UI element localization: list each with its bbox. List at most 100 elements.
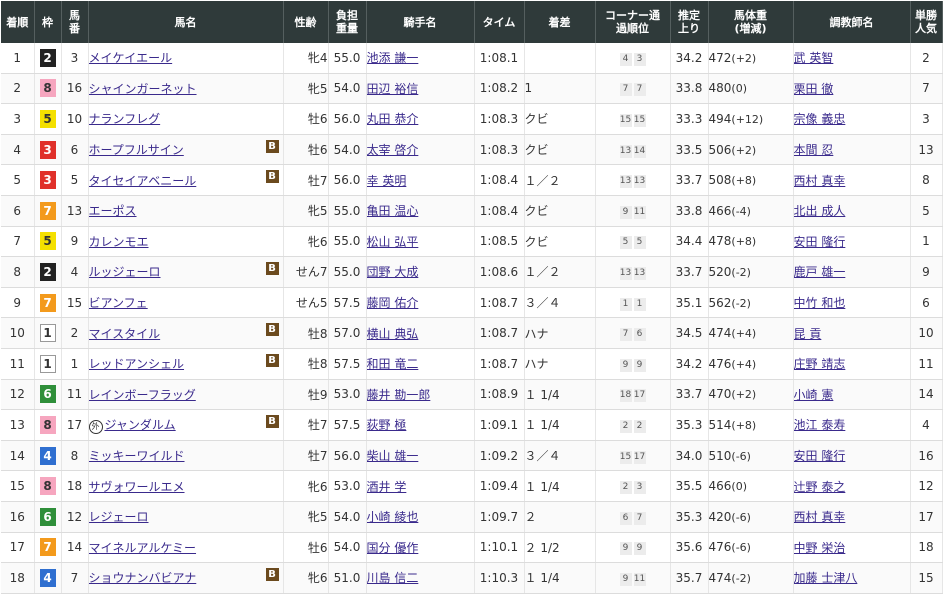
jockey-link[interactable]: 荻野 極: [367, 418, 407, 432]
trainer-link[interactable]: 本間 忍: [794, 143, 834, 157]
jockey-link[interactable]: 亀田 温心: [367, 204, 419, 218]
col-waku[interactable]: 枠: [34, 1, 62, 43]
trainer-link[interactable]: 辻野 泰之: [794, 480, 846, 494]
popularity-cell: 2: [910, 43, 943, 74]
rank-cell: 14: [1, 440, 35, 472]
corner-cell: 9 11: [595, 195, 671, 227]
trainer-link[interactable]: 中野 栄治: [794, 541, 846, 555]
bodyweight-value: 478: [708, 234, 732, 249]
col-time[interactable]: タイム: [474, 1, 525, 43]
margin-cell: クビ: [524, 103, 596, 135]
jockey-link[interactable]: 幸 英明: [367, 174, 407, 188]
weight-cell: 56.0: [328, 103, 367, 135]
bodyweight-value: 510: [708, 448, 732, 463]
horse-name-link[interactable]: ショウナンバビアナ: [89, 571, 197, 585]
jockey-link[interactable]: 藤岡 佑介: [367, 296, 419, 310]
last3f-cell: 35.3: [670, 501, 709, 533]
table-row: 15 8 18 サヴォワールエメ 牝6 53.0 酒井 学 1:09.4 １ 1/4 2 3 35.5…: [1, 470, 943, 502]
jockey-cell: 柴山 雄一: [366, 440, 475, 472]
bodyweight-value: 470: [708, 387, 732, 402]
trainer-link[interactable]: 小崎 憲: [794, 388, 834, 402]
horse-name-link[interactable]: ビアンフェ: [89, 296, 148, 310]
jockey-link[interactable]: 池添 謙一: [367, 51, 419, 65]
horse-name-link[interactable]: ルッジェーロ: [89, 265, 161, 279]
time-cell: 1:08.2: [474, 73, 525, 105]
trainer-link[interactable]: 池江 泰寿: [794, 418, 846, 432]
jockey-link[interactable]: 太宰 啓介: [367, 143, 419, 157]
horse-name-link[interactable]: ホープフルサイン: [89, 143, 184, 157]
horse-name-link[interactable]: エーポス: [89, 204, 137, 218]
trainer-link[interactable]: 庄野 靖志: [794, 357, 846, 371]
horse-name-link[interactable]: シャインガーネット: [89, 82, 197, 96]
col-corner[interactable]: コーナー通過順位: [595, 1, 671, 43]
waku-cell: 6: [34, 379, 62, 411]
col-jockey[interactable]: 騎手名: [366, 1, 475, 43]
corner-cell: 76: [595, 317, 671, 349]
trainer-link[interactable]: 栗田 徹: [794, 82, 834, 96]
waku-cell: 7: [34, 195, 62, 227]
trainer-link[interactable]: 鹿戸 雄一: [794, 265, 846, 279]
col-horse-name[interactable]: 馬名: [88, 1, 284, 43]
horse-name-link[interactable]: マイスタイル: [89, 327, 161, 341]
trainer-link[interactable]: 北出 成人: [794, 204, 846, 218]
col-weight[interactable]: 負担重量: [328, 1, 367, 43]
weight-cell: 55.0: [328, 195, 367, 227]
trainer-link[interactable]: 西村 真幸: [794, 510, 846, 524]
trainer-link[interactable]: 武 英智: [794, 51, 834, 65]
trainer-link[interactable]: 西村 真幸: [794, 174, 846, 188]
jockey-link[interactable]: 国分 優作: [367, 541, 419, 555]
popularity-cell: 11: [910, 348, 943, 380]
trainer-link[interactable]: 宗像 義忠: [794, 112, 846, 126]
umaban-cell: 2: [61, 317, 89, 349]
trainer-link[interactable]: 昆 貢: [794, 327, 822, 341]
horse-name-link[interactable]: マイネルアルケミー: [89, 541, 197, 555]
umaban-cell: 10: [61, 103, 89, 135]
col-bodyweight[interactable]: 馬体重(増減): [708, 1, 794, 43]
jockey-link[interactable]: 和田 竜二: [367, 357, 419, 371]
table-row: 5 3 5 タイセイアベニール B 牡7 56.0 幸 英明 1:08.4 １／２ 13 13 33.7…: [1, 164, 943, 196]
jockey-link[interactable]: 丸田 恭介: [367, 112, 419, 126]
horse-name-link[interactable]: レッドアンシェル: [89, 357, 185, 371]
waku-badge: 2: [39, 48, 56, 67]
jockey-link[interactable]: 藤井 勘一郎: [367, 388, 431, 402]
horse-name-link[interactable]: ジャンダルム: [105, 418, 176, 432]
horse-name-cell: エーポス: [88, 195, 284, 227]
sex-age-cell: せん7: [283, 256, 329, 288]
jockey-link[interactable]: 柴山 雄一: [367, 449, 419, 463]
jockey-link[interactable]: 団野 大成: [367, 265, 419, 279]
margin-cell: １ 1/4: [524, 379, 596, 411]
jockey-link[interactable]: 小崎 綾也: [367, 510, 419, 524]
horse-name-link[interactable]: タイセイアベニール: [89, 174, 197, 188]
jockey-link[interactable]: 横山 典弘: [367, 327, 419, 341]
horse-name-link[interactable]: レインボーフラッグ: [89, 388, 196, 402]
horse-name-link[interactable]: サヴォワールエメ: [89, 480, 185, 494]
col-umaban[interactable]: 馬番: [61, 1, 89, 43]
trainer-link[interactable]: 中竹 和也: [794, 296, 846, 310]
horse-name-link[interactable]: ナランフレグ: [89, 112, 161, 126]
col-trainer[interactable]: 調教師名: [793, 1, 911, 43]
jockey-link[interactable]: 田辺 裕信: [367, 82, 419, 96]
trainer-link[interactable]: 加藤 士津八: [794, 571, 858, 585]
margin-cell: クビ: [524, 226, 596, 258]
jockey-cell: 団野 大成: [366, 256, 475, 288]
bodyweight-diff: (+8): [731, 418, 757, 432]
jockey-link[interactable]: 松山 弘平: [367, 235, 419, 249]
corner-position-1: 7: [619, 83, 632, 97]
horse-name-link[interactable]: カレンモエ: [89, 235, 149, 249]
col-margin[interactable]: 着差: [524, 1, 596, 43]
blinker-icon: B: [265, 170, 279, 184]
margin-cell: １ 1/4: [524, 562, 596, 594]
jockey-link[interactable]: 川島 信二: [367, 571, 419, 585]
col-sex-age[interactable]: 性齢: [283, 1, 329, 43]
col-last3f[interactable]: 推定上り: [670, 1, 709, 43]
trainer-link[interactable]: 安田 隆行: [794, 235, 846, 249]
col-popularity[interactable]: 単勝人気: [910, 1, 943, 43]
time-cell: 1:09.1: [474, 409, 525, 441]
horse-name-link[interactable]: ミッキーワイルド: [89, 449, 185, 463]
jockey-link[interactable]: 酒井 学: [367, 480, 407, 494]
corner-cell: 67: [595, 501, 671, 533]
trainer-link[interactable]: 安田 隆行: [794, 449, 846, 463]
col-rank[interactable]: 着順: [1, 1, 35, 43]
horse-name-link[interactable]: レジェーロ: [89, 510, 149, 524]
horse-name-link[interactable]: メイケイエール: [89, 51, 173, 65]
